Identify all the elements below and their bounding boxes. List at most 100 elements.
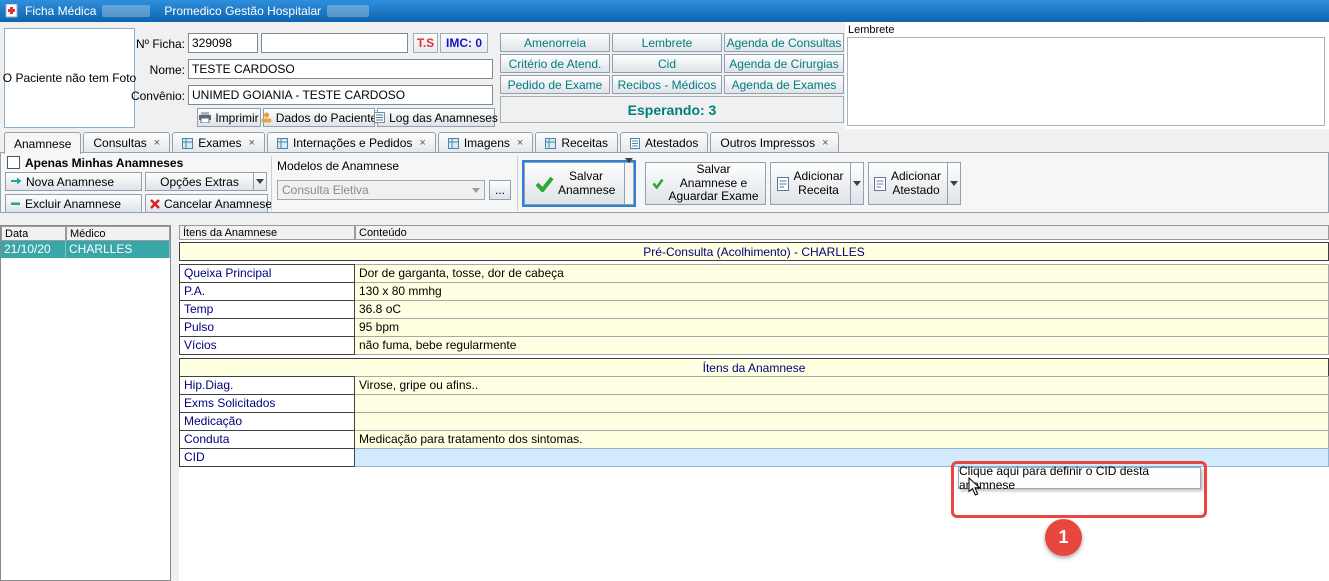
lembrete-memo[interactable] (847, 37, 1325, 126)
salvar-aguardar-exame-label: Salvar Anamnese e Aguardar Exame (668, 163, 760, 204)
grid-row-hip-diag[interactable]: Hip.Diag. Virose, gripe ou afins.. (179, 376, 1329, 395)
imprimir-button[interactable]: Imprimir (197, 108, 261, 127)
history-row-selected[interactable]: 21/10/20 CHARLLES MEDICO (1, 241, 170, 258)
adicionar-receita-button[interactable]: Adicionar Receita (770, 162, 850, 205)
cid-tooltip[interactable]: Clique aqui para definir o CID desta ana… (958, 467, 1201, 489)
grid-row-conduta[interactable]: Conduta Medicação para tratamento dos si… (179, 430, 1329, 449)
close-icon[interactable]: × (419, 137, 425, 149)
anamnese-history-grid: Data Médico 21/10/20 CHARLLES MEDICO (0, 225, 171, 581)
excluir-anamnese-button[interactable]: Excluir Anamnese (5, 194, 142, 213)
item-label: P.A. (179, 282, 355, 301)
modelo-ellipsis-button[interactable]: ... (489, 180, 511, 200)
tab-imagens[interactable]: Imagens × (438, 132, 533, 153)
adicionar-receita-label: Adicionar Receita (793, 170, 845, 198)
tab-anamnese[interactable]: Anamnese (4, 132, 81, 154)
ficha-secondary-input[interactable] (261, 33, 408, 53)
item-value[interactable]: 95 bpm (355, 318, 1329, 337)
column-header-data[interactable]: Data (1, 226, 66, 241)
item-value[interactable]: 130 x 80 mmhg (355, 282, 1329, 301)
close-icon[interactable]: × (249, 137, 255, 149)
item-value[interactable] (355, 412, 1329, 431)
modelo-anamnese-combobox[interactable]: Consulta Eletiva (277, 180, 485, 200)
dropdown-arrow-icon[interactable] (947, 162, 961, 205)
opcoes-extras-label: Opções Extras (160, 175, 239, 189)
grid-row-pulso[interactable]: Pulso 95 bpm (179, 318, 1329, 337)
item-label: Pulso (179, 318, 355, 337)
log-icon (374, 112, 385, 123)
tab-consultas[interactable]: Consultas × (83, 132, 170, 153)
close-icon[interactable]: × (822, 137, 828, 149)
dropdown-arrow-icon[interactable] (624, 162, 634, 205)
tab-outros-impressos[interactable]: Outros Impressos × (710, 132, 838, 153)
grid-icon (448, 138, 459, 149)
salvar-aguardar-exame-button[interactable]: Salvar Anamnese e Aguardar Exame (645, 162, 766, 205)
tab-label: Anamnese (14, 137, 71, 151)
grid-section-itens-anamnese: Ítens da Anamnese (179, 358, 1329, 377)
lembrete-area: Lembrete (845, 22, 1329, 129)
grid-icon (545, 138, 556, 149)
grid-row-queixa-principal[interactable]: Queixa Principal Dor de garganta, tosse,… (179, 264, 1329, 283)
item-value[interactable]: Medicação para tratamento dos sintomas. (355, 430, 1329, 449)
item-value[interactable]: não fuma, bebe regularmente (355, 336, 1329, 355)
convenio-input[interactable] (188, 85, 493, 105)
nova-anamnese-button[interactable]: Nova Anamnese (5, 172, 142, 191)
salvar-anamnese-button[interactable]: Salvar Anamnese (524, 162, 624, 205)
anamnese-grid: Ítens da Anamnese Conteúdo Pré-Consulta … (179, 225, 1329, 581)
dropdown-arrow-icon[interactable] (850, 162, 864, 205)
tab-receitas[interactable]: Receitas (535, 132, 618, 153)
grid-icon (277, 138, 288, 149)
salvar-anamnese-split-button[interactable]: Salvar Anamnese (522, 160, 636, 207)
item-value[interactable]: Dor de garganta, tosse, dor de cabeça (355, 264, 1329, 283)
nova-anamnese-label: Nova Anamnese (26, 175, 114, 189)
item-value[interactable]: 36.8 oC (355, 300, 1329, 319)
grid-row-pa[interactable]: P.A. 130 x 80 mmhg (179, 282, 1329, 301)
dados-paciente-button[interactable]: Dados do Paciente (263, 108, 375, 127)
quick-button-criterio-atend[interactable]: Critério de Atend. (500, 54, 610, 73)
excluir-anamnese-label: Excluir Anamnese (25, 197, 121, 211)
tab-exames[interactable]: Exames × (172, 132, 265, 153)
column-header-itens[interactable]: Ítens da Anamnese (179, 225, 355, 240)
item-value[interactable] (355, 394, 1329, 413)
log-anamneses-label: Log das Anamneses (389, 111, 498, 125)
quick-button-pedido-exame[interactable]: Pedido de Exame (500, 75, 610, 94)
log-anamneses-button[interactable]: Log das Anamneses (377, 108, 495, 127)
opcoes-extras-split-button[interactable]: Opções Extras (145, 172, 267, 191)
item-value[interactable]: Virose, gripe ou afins.. (355, 376, 1329, 395)
apenas-minhas-checkbox[interactable] (7, 156, 20, 169)
quick-button-recibos-medicos[interactable]: Recibos - Médicos (612, 75, 722, 94)
ts-badge[interactable]: T.S (413, 33, 438, 53)
quick-button-agenda-consultas[interactable]: Agenda de Consultas (724, 33, 844, 52)
nome-input[interactable] (188, 59, 493, 79)
column-header-conteudo[interactable]: Conteúdo (355, 225, 1329, 240)
tab-atestados[interactable]: Atestados (620, 132, 708, 153)
quick-label: Recibos - Médicos (618, 78, 717, 92)
adicionar-atestado-split-button[interactable]: Adicionar Atestado (868, 162, 961, 205)
column-header-medico[interactable]: Médico (66, 226, 170, 241)
adicionar-receita-split-button[interactable]: Adicionar Receita (770, 162, 864, 205)
anamnese-toolbar: Apenas Minhas Anamneses Nova Anamnese Op… (0, 152, 1329, 213)
cancelar-anamnese-button[interactable]: Cancelar Anamnese (145, 194, 268, 213)
grid-row-temp[interactable]: Temp 36.8 oC (179, 300, 1329, 319)
grid-row-exms-solicitados[interactable]: Exms Solicitados (179, 394, 1329, 413)
dropdown-arrow-icon[interactable] (253, 172, 267, 191)
quick-button-agenda-cirurgias[interactable]: Agenda de Cirurgias (724, 54, 844, 73)
grid-row-medicacao[interactable]: Medicação (179, 412, 1329, 431)
tab-label: Atestados (645, 136, 698, 150)
grid-row-vicios[interactable]: Vícios não fuma, bebe regularmente (179, 336, 1329, 355)
quick-button-agenda-exames[interactable]: Agenda de Exames (724, 75, 844, 94)
imc-badge[interactable]: IMC: 0 (440, 33, 488, 53)
ficha-input[interactable] (188, 33, 258, 53)
adicionar-atestado-label: Adicionar Atestado (890, 170, 942, 198)
close-icon[interactable]: × (154, 137, 160, 149)
quick-button-lembrete[interactable]: Lembrete (612, 33, 722, 52)
checkmark-small-icon (652, 178, 664, 189)
opcoes-extras-button[interactable]: Opções Extras (145, 172, 253, 191)
adicionar-atestado-button[interactable]: Adicionar Atestado (868, 162, 947, 205)
close-icon[interactable]: × (517, 137, 523, 149)
dados-paciente-label: Dados do Paciente (276, 111, 377, 125)
quick-button-cid[interactable]: Cid (612, 54, 722, 73)
imc-label: IMC: 0 (446, 36, 482, 50)
quick-button-amenorreia[interactable]: Amenorreia (500, 33, 610, 52)
item-label: Queixa Principal (179, 264, 355, 283)
tab-internacoes-pedidos[interactable]: Internações e Pedidos × (267, 132, 436, 153)
